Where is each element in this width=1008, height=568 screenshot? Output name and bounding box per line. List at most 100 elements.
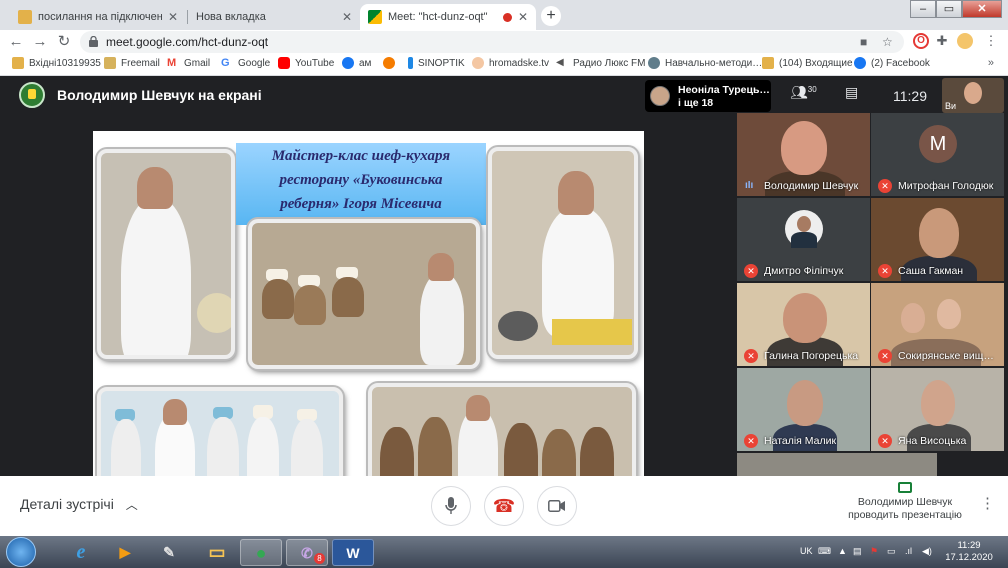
- bookmark-item[interactable]: (2) Facebook: [854, 57, 930, 69]
- chef-head: [137, 167, 173, 209]
- bookmark-item[interactable]: [383, 57, 400, 69]
- ie-icon[interactable]: e: [60, 539, 102, 566]
- self-view-thumbnail[interactable]: Ви: [942, 78, 1004, 113]
- input-language[interactable]: UK: [800, 546, 813, 556]
- battery-icon[interactable]: ▭: [887, 546, 896, 557]
- inbox-icon: [762, 57, 774, 69]
- slide-photo-cooking: [488, 147, 638, 359]
- people-icon: 👥︎: [790, 84, 808, 100]
- participant-tile[interactable]: ✕ Саша Гакман: [871, 198, 1004, 281]
- bookmark-item[interactable]: hromadske.tv: [472, 57, 549, 69]
- camera-button[interactable]: [537, 486, 577, 526]
- maximize-button[interactable]: ▭: [936, 0, 962, 18]
- people-button[interactable]: 👥︎30: [790, 84, 817, 101]
- participant-tile[interactable]: ✕ Дмитро Філіпчук: [737, 198, 870, 281]
- tab-title: Нова вкладка: [196, 11, 266, 23]
- start-button[interactable]: [6, 537, 36, 567]
- bookmark-item[interactable]: (104) Входящие: [762, 57, 853, 69]
- tab-meeting-links[interactable]: посилання на підключення • пл ✕: [10, 4, 186, 30]
- chef-figure: [121, 198, 191, 355]
- partial-participant-tile: [737, 453, 937, 476]
- participant-name: Саша Гакман: [898, 265, 964, 277]
- chat-icon[interactable]: ▤: [845, 84, 858, 101]
- self-label: Ви: [945, 101, 957, 111]
- participant-name: Галина Погорецька: [764, 350, 859, 362]
- show-hidden-icons[interactable]: ▲: [838, 546, 847, 556]
- self-face: [964, 82, 982, 104]
- participant-name: Митрофан Голодюк: [898, 180, 994, 192]
- google-icon: G: [221, 57, 230, 69]
- new-tab-button[interactable]: +: [541, 6, 561, 26]
- bookmarks-overflow-button[interactable]: »: [988, 57, 994, 69]
- participant-tile[interactable]: ✕ Яна Висоцька: [871, 368, 1004, 451]
- opera-extension-icon[interactable]: O: [913, 33, 929, 49]
- minimize-button[interactable]: –: [910, 0, 936, 18]
- presentation-indicator[interactable]: Володимир Шевчук проводить презентацію: [845, 482, 965, 522]
- meeting-clock: 11:29: [893, 88, 927, 104]
- pinned-participant-name: Неоніла Турець… і ще 18: [678, 84, 770, 109]
- participant-tile[interactable]: ✕ Галина Погорецька: [737, 283, 870, 366]
- leave-call-button[interactable]: ☎︎: [484, 486, 524, 526]
- orange-circle-icon: [383, 57, 395, 69]
- gmail-icon: M: [167, 57, 177, 69]
- tab-new-tab[interactable]: Нова вкладка ✕: [188, 4, 360, 30]
- bookmark-item[interactable]: Навчально-методи…: [648, 57, 762, 69]
- profile-avatar[interactable]: [957, 33, 973, 49]
- bookmark-star-icon[interactable]: ☆: [882, 35, 893, 49]
- close-tab-icon[interactable]: ✕: [342, 10, 352, 24]
- freemail-icon: [104, 57, 116, 69]
- bookmark-item[interactable]: G Google: [221, 57, 270, 69]
- bookmark-item[interactable]: Вхідні10319935: [12, 57, 101, 69]
- chevron-up-icon: ︿: [125, 498, 138, 512]
- presentation-slide: Майстер-клас шеф-кухаря ресторану «Буков…: [93, 131, 644, 476]
- slide-photo-group-left: [97, 387, 343, 476]
- more-options-icon[interactable]: ⋮: [980, 494, 995, 512]
- reload-button[interactable]: ↻: [54, 32, 74, 52]
- participant-tile[interactable]: ıIı Володимир Шевчук: [737, 113, 870, 196]
- facebook-icon: [342, 57, 354, 69]
- organization-logo-icon: [19, 82, 45, 108]
- pinned-participant-chip[interactable]: Неоніла Турець… і ще 18: [645, 80, 771, 112]
- network-signal-icon[interactable]: .ıl: [905, 546, 912, 556]
- folder-icon[interactable]: ▭: [196, 539, 238, 566]
- slide-banner-line: Майстер-клас шеф-кухаря: [271, 148, 451, 164]
- close-tab-icon[interactable]: ✕: [518, 10, 528, 24]
- participant-tile[interactable]: M ✕ Митрофан Голодюк: [871, 113, 1004, 196]
- keyboard-icon[interactable]: ⌨: [818, 546, 831, 557]
- close-window-button[interactable]: ✕: [962, 0, 1002, 18]
- paint-icon[interactable]: ✎: [148, 539, 190, 566]
- bookmark-item[interactable]: YouTube: [278, 57, 334, 69]
- bookmark-item[interactable]: ◀ Радио Люкс FM: [556, 57, 645, 69]
- word-icon[interactable]: W: [332, 539, 374, 566]
- meet-icon: [368, 10, 382, 24]
- chrome-icon[interactable]: ●: [240, 539, 282, 566]
- camera-icon: [548, 500, 565, 512]
- viber-icon[interactable]: ✆ 8: [286, 539, 328, 566]
- participant-name: Дмитро Філіпчук: [764, 265, 844, 277]
- omnibox[interactable]: meet.google.com/hct-dunz-oqt ■ ☆: [80, 31, 904, 53]
- bookmark-item[interactable]: M Gmail: [167, 57, 210, 69]
- camera-permission-icon[interactable]: ■: [860, 35, 867, 49]
- participant-tile[interactable]: ✕ Наталія Малик: [737, 368, 870, 451]
- close-tab-icon[interactable]: ✕: [168, 10, 178, 24]
- meeting-details-button[interactable]: Деталі зустрічі ︿: [20, 496, 138, 513]
- system-clock[interactable]: 11:29 17.12.2020: [944, 540, 994, 564]
- extensions-puzzle-icon[interactable]: ✚: [934, 33, 950, 49]
- participant-tile[interactable]: ✕ Сокирянське вищ…: [871, 283, 1004, 366]
- notification-badge: 8: [314, 553, 325, 564]
- bookmark-item[interactable]: SINOPTIK: [408, 57, 465, 69]
- forward-button[interactable]: →: [30, 32, 50, 52]
- radio-icon: ◀: [556, 57, 564, 68]
- hang-up-icon: ☎︎: [492, 496, 516, 516]
- bookmark-item[interactable]: Freemail: [104, 57, 160, 69]
- media-player-icon[interactable]: ▶: [104, 539, 146, 566]
- action-center-icon[interactable]: ⚑: [870, 546, 878, 557]
- tab-meet[interactable]: Meet: "hct-dunz-oqt" ✕: [360, 4, 536, 30]
- volume-icon[interactable]: ◀): [922, 546, 932, 557]
- tray-app-icon[interactable]: ▤: [853, 546, 862, 557]
- window-controls: – ▭ ✕: [910, 0, 1002, 18]
- browser-menu-icon[interactable]: ⋮: [983, 33, 999, 49]
- back-button[interactable]: ←: [6, 32, 26, 52]
- bookmark-item[interactable]: ам: [342, 57, 371, 69]
- microphone-button[interactable]: [431, 486, 471, 526]
